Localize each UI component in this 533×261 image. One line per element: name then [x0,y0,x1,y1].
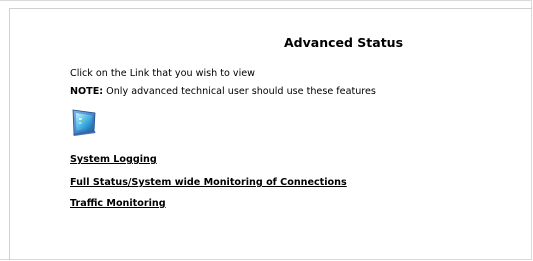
monitor-icon [69,107,99,137]
link-system-logging[interactable]: System Logging [70,154,157,165]
link-full-status-monitoring[interactable]: Full Status/System wide Monitoring of Co… [70,177,347,188]
instruction-text: Click on the Link that you wish to view [70,68,256,79]
note-label: NOTE: [70,86,104,97]
note-text: NOTE: Only advanced technical user shoul… [70,86,376,97]
page-title: Advanced Status [284,35,404,50]
note-body: Only advanced technical user should use … [103,86,376,97]
link-traffic-monitoring[interactable]: Traffic Monitoring [70,198,166,209]
